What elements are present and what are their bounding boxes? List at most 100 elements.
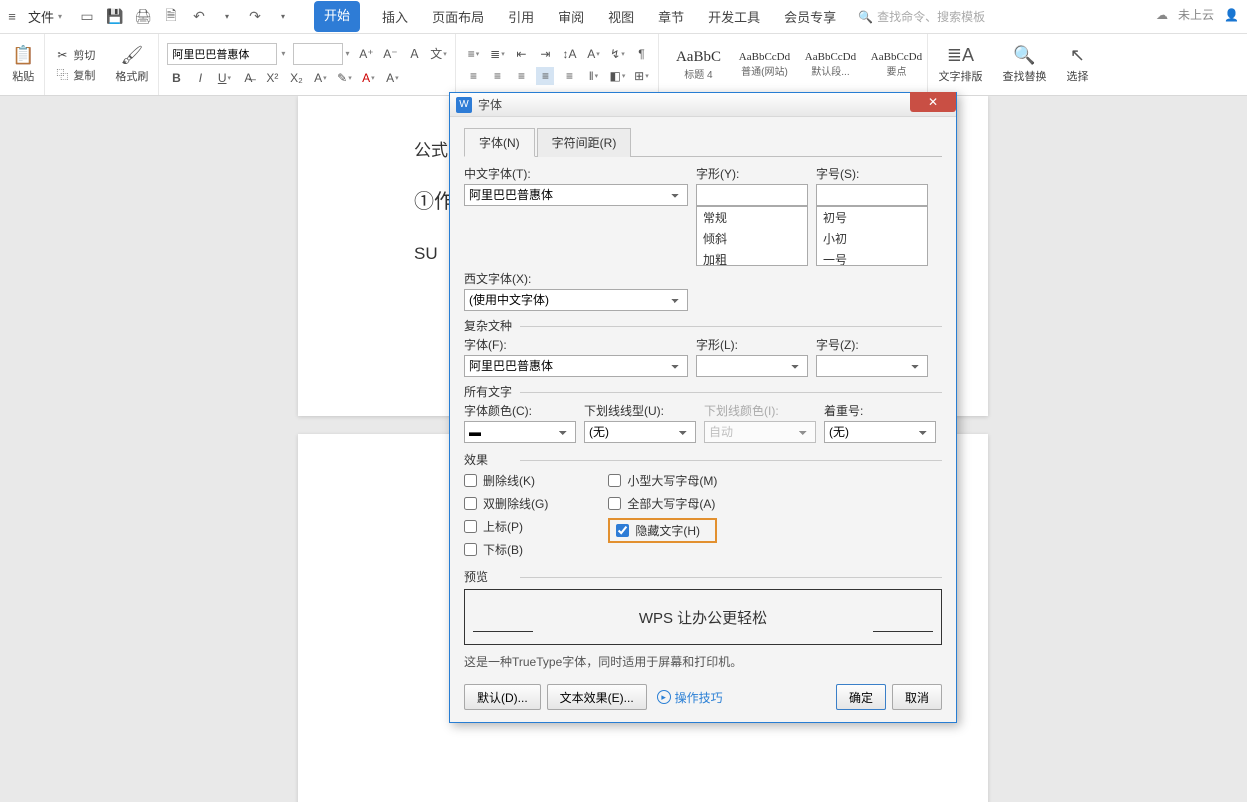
- complex-style-select[interactable]: [696, 355, 808, 377]
- paste-button[interactable]: 📋 粘贴: [8, 43, 38, 86]
- strike-checkbox[interactable]: 删除线(K): [464, 472, 548, 489]
- bullets-icon[interactable]: ≡: [464, 45, 482, 63]
- align-text-icon[interactable]: A: [584, 45, 602, 63]
- decrease-indent-icon[interactable]: ⇤: [512, 45, 530, 63]
- default-button[interactable]: 默认(D)...: [464, 684, 541, 710]
- tab-chapter[interactable]: 章节: [656, 1, 686, 32]
- print-icon[interactable]: 🖨: [134, 8, 152, 26]
- text-effects-button[interactable]: 文本效果(E)...: [547, 684, 647, 710]
- line-spacing-icon[interactable]: ‖: [584, 67, 602, 85]
- subscript-checkbox[interactable]: 下标(B): [464, 541, 548, 558]
- west-font-select[interactable]: (使用中文字体): [464, 289, 688, 311]
- chevron-down-icon[interactable]: ▾: [345, 49, 349, 58]
- style-keypoint[interactable]: AaBbCcDd要点: [865, 43, 927, 87]
- align-distribute-icon[interactable]: ≡: [560, 67, 578, 85]
- tab-member[interactable]: 会员专享: [782, 1, 838, 32]
- ok-button[interactable]: 确定: [836, 684, 886, 710]
- print-preview-icon[interactable]: 🗎: [162, 8, 180, 26]
- font-color-icon[interactable]: A: [359, 69, 377, 87]
- tab-layout[interactable]: 页面布局: [430, 1, 486, 32]
- italic-icon[interactable]: I: [191, 69, 209, 87]
- all-caps-checkbox[interactable]: 全部大写字母(A): [608, 495, 717, 512]
- tab-font[interactable]: 字体(N): [464, 128, 535, 157]
- double-strike-checkbox[interactable]: 双删除线(G): [464, 495, 548, 512]
- fill-color-icon[interactable]: ◧: [608, 67, 626, 85]
- complex-font-select[interactable]: 阿里巴巴普惠体: [464, 355, 688, 377]
- font-family-select[interactable]: [167, 43, 277, 65]
- style-normal-web[interactable]: AaBbCcDd普通(网站): [733, 43, 795, 87]
- hamburger-icon[interactable]: ≡: [4, 9, 20, 24]
- tab-review[interactable]: 审阅: [556, 1, 586, 32]
- small-caps-checkbox[interactable]: 小型大写字母(M): [608, 472, 717, 489]
- command-search[interactable]: 🔍 查找命令、搜索模板: [858, 8, 985, 25]
- style-input[interactable]: [696, 184, 808, 206]
- text-layout-button[interactable]: ≣A文字排版: [934, 43, 986, 86]
- style-listbox[interactable]: 常规 倾斜 加粗: [696, 206, 808, 266]
- tab-view[interactable]: 视图: [606, 1, 636, 32]
- cancel-button[interactable]: 取消: [892, 684, 942, 710]
- align-left-icon[interactable]: ≡: [464, 67, 482, 85]
- align-justify-icon[interactable]: ≡: [536, 67, 554, 85]
- close-button[interactable]: ✕: [910, 92, 956, 112]
- superscript-checkbox[interactable]: 上标(P): [464, 518, 548, 535]
- size-input[interactable]: [816, 184, 928, 206]
- align-right-icon[interactable]: ≡: [512, 67, 530, 85]
- list-item[interactable]: 初号: [817, 207, 927, 228]
- font-color-select[interactable]: ▬: [464, 421, 576, 443]
- superscript-icon[interactable]: X²: [263, 69, 281, 87]
- increase-indent-icon[interactable]: ⇥: [536, 45, 554, 63]
- tab-references[interactable]: 引用: [506, 1, 536, 32]
- list-item[interactable]: 加粗: [697, 249, 807, 266]
- style-heading4[interactable]: AaBbC标题 4: [667, 43, 729, 87]
- borders-icon[interactable]: ⊞: [632, 67, 650, 85]
- save-icon[interactable]: 💾: [106, 8, 124, 26]
- highlight-icon[interactable]: ✎: [335, 69, 353, 87]
- cloud-icon[interactable]: ☁: [1156, 8, 1168, 22]
- cut-button[interactable]: ✂剪切: [51, 46, 99, 64]
- redo-dropdown-icon[interactable]: ▾: [274, 8, 292, 26]
- shrink-font-icon[interactable]: A⁻: [381, 45, 399, 63]
- tab-devtools[interactable]: 开发工具: [706, 1, 762, 32]
- dialog-titlebar[interactable]: W 字体 ✕: [450, 93, 956, 117]
- new-icon[interactable]: ▭: [78, 8, 96, 26]
- underline-icon[interactable]: U: [215, 69, 233, 87]
- tab-char-spacing[interactable]: 字符间距(R): [537, 128, 632, 157]
- list-item[interactable]: 小初: [817, 228, 927, 249]
- list-item[interactable]: 常规: [697, 207, 807, 228]
- font-size-select[interactable]: [293, 43, 343, 65]
- cn-font-select[interactable]: 阿里巴巴普惠体: [464, 184, 688, 206]
- text-direction-icon[interactable]: ↕A: [560, 45, 578, 63]
- tips-link[interactable]: ▸操作技巧: [657, 689, 723, 706]
- find-replace-button[interactable]: 🔍查找替换: [998, 43, 1050, 86]
- clear-format-icon[interactable]: Ａ: [405, 45, 423, 63]
- subscript-icon[interactable]: X₂: [287, 69, 305, 87]
- undo-dropdown-icon[interactable]: ▾: [218, 8, 236, 26]
- emphasis-select[interactable]: (无): [824, 421, 936, 443]
- strike-icon[interactable]: A̶: [239, 69, 257, 87]
- show-marks-icon[interactable]: ¶: [632, 45, 650, 63]
- list-item[interactable]: 倾斜: [697, 228, 807, 249]
- tab-start[interactable]: 开始: [314, 1, 360, 32]
- shading-icon[interactable]: A: [383, 69, 401, 87]
- list-item[interactable]: 一号: [817, 249, 927, 266]
- text-effects-icon[interactable]: A: [311, 69, 329, 87]
- style-default-para[interactable]: AaBbCcDd默认段...: [799, 43, 861, 87]
- file-menu[interactable]: 文件 ▾: [20, 7, 70, 26]
- tab-insert[interactable]: 插入: [380, 1, 410, 32]
- select-button[interactable]: ↖选择: [1062, 43, 1092, 86]
- numbering-icon[interactable]: ≣: [488, 45, 506, 63]
- grow-font-icon[interactable]: A⁺: [357, 45, 375, 63]
- align-center-icon[interactable]: ≡: [488, 67, 506, 85]
- change-case-icon[interactable]: 文: [429, 45, 447, 63]
- bold-icon[interactable]: B: [167, 69, 185, 87]
- size-listbox[interactable]: 初号 小初 一号: [816, 206, 928, 266]
- sort-icon[interactable]: ↯: [608, 45, 626, 63]
- hidden-text-checkbox[interactable]: 隐藏文字(H): [616, 522, 700, 539]
- complex-size-select[interactable]: [816, 355, 928, 377]
- undo-icon[interactable]: ↶: [190, 8, 208, 26]
- redo-icon[interactable]: ↷: [246, 8, 264, 26]
- copy-button[interactable]: ⿻复制: [51, 66, 99, 84]
- underline-select[interactable]: (无): [584, 421, 696, 443]
- user-icon[interactable]: 👤: [1224, 8, 1239, 22]
- format-painter-button[interactable]: 🖌 格式刷: [111, 43, 152, 86]
